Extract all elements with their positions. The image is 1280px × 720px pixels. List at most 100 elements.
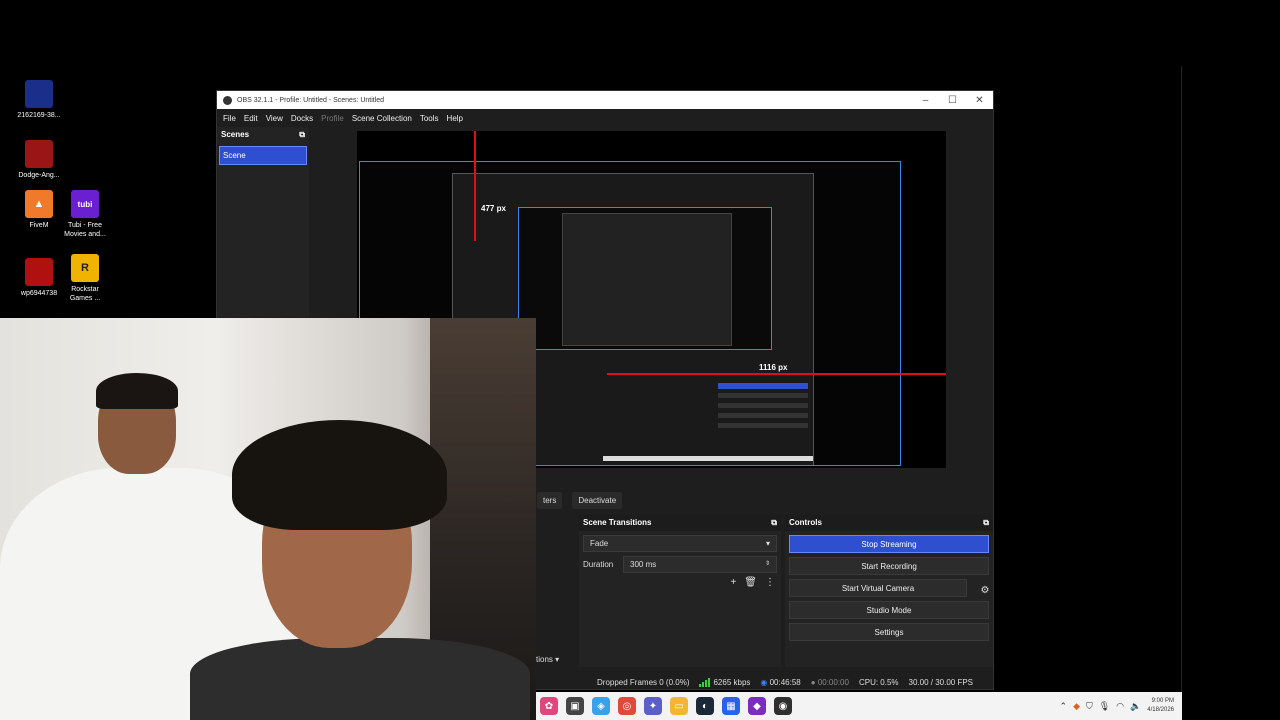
scene-transitions-dock: Scene Transitions ⧉ Fade ▾ Duration 300 …	[579, 515, 781, 667]
menu-view[interactable]: View	[266, 114, 283, 123]
file-icon[interactable]: ▣	[566, 697, 584, 715]
stream-time: ◉ 00:46:58	[760, 678, 800, 687]
stream-time-value: 00:46:58	[769, 677, 801, 687]
nested-control-button	[718, 413, 808, 418]
app-icon[interactable]: ✿	[540, 697, 558, 715]
virtual-camera-row: Start Virtual Camera ⚙	[785, 579, 989, 597]
gear-icon[interactable]: ⚙	[977, 585, 993, 599]
desktop-icon-fivem[interactable]: ▲ FiveM	[16, 190, 62, 230]
volume-icon[interactable]: 🔈	[1130, 701, 1141, 712]
nested-control-button	[718, 423, 808, 428]
clock-time: 9:00 PM	[1151, 698, 1174, 704]
controls-title: Controls	[789, 518, 822, 527]
maximize-icon[interactable]: ☐	[939, 95, 966, 106]
menu-scene-collection[interactable]: Scene Collection	[352, 114, 412, 123]
undock-icon[interactable]: ⧉	[299, 130, 305, 140]
mic-icon[interactable]: 🎙	[1099, 701, 1110, 712]
filters-button[interactable]: ters	[537, 491, 563, 509]
steam-icon[interactable]: ◐	[696, 697, 714, 715]
menu-edit[interactable]: Edit	[244, 114, 258, 123]
desktop-icon-rockstar[interactable]: R Rockstar Games ...	[62, 254, 108, 303]
add-icon[interactable]: +	[730, 577, 736, 588]
chrome-icon[interactable]: ◎	[618, 697, 636, 715]
webcam-person-hair	[232, 420, 447, 530]
transition-select[interactable]: Fade ▾	[583, 535, 777, 552]
distance-label-right: 1116 px	[759, 363, 788, 372]
duration-spinbox[interactable]: 300 ms ⇕	[623, 556, 777, 573]
desktop-icon-tubi[interactable]: tubi Tubi - Free Movies and...	[62, 190, 108, 239]
desktop-icon-wallpaper[interactable]: wp6944738	[16, 258, 62, 298]
minimize-icon[interactable]: –	[912, 95, 939, 106]
copilot-icon[interactable]: ◈	[592, 697, 610, 715]
studio-mode-button[interactable]: Studio Mode	[789, 601, 989, 619]
app-tray-icon[interactable]: ◆	[1073, 701, 1080, 712]
taskbar-apps: ✿ ▣ ◈ ◎ ✦ ▭ ◐ ▦ ◆ ◉	[540, 697, 792, 715]
tubi-icon: tubi	[71, 190, 99, 218]
source-toolbar: ters Deactivate	[537, 489, 993, 511]
image-file-icon	[25, 258, 53, 286]
status-bar: Dropped Frames 0 (0.0%) 6265 kbps ◉ 00:4…	[597, 675, 993, 689]
desktop-icon-label: Rockstar Games ...	[69, 286, 101, 302]
app-icon[interactable]: ◆	[748, 697, 766, 715]
menu-help[interactable]: Help	[447, 114, 463, 123]
security-icon[interactable]: ⛉	[1086, 701, 1093, 712]
window-title: OBS 32.1.1 - Profile: Untitled - Scenes:…	[237, 96, 385, 104]
webcam-person-shirt	[190, 638, 530, 720]
folder-icon[interactable]: ▭	[670, 697, 688, 715]
clock-date: 4/18/2026	[1147, 707, 1174, 713]
transition-selected: Fade	[590, 539, 609, 548]
scenes-title: Scenes	[221, 130, 250, 139]
record-time-value: 00:00:00	[817, 677, 849, 687]
nested-stop-streaming-button	[718, 383, 808, 389]
record-icon: ●	[810, 677, 818, 687]
menu-file[interactable]: File	[223, 114, 236, 123]
spin-arrows-icon[interactable]: ⇕	[765, 560, 770, 569]
chevron-down-icon: ▾	[555, 655, 560, 664]
scene-transitions-header: Scene Transitions ⧉	[579, 515, 781, 531]
undock-icon[interactable]: ⧉	[983, 518, 989, 528]
scenes-dock-header: Scenes ⧉	[217, 127, 309, 143]
webcam-overlay	[0, 318, 536, 720]
menu-profile[interactable]: Profile	[321, 114, 344, 123]
chevron-up-icon[interactable]: ⌃	[1060, 701, 1068, 712]
transitions-label: tions	[536, 655, 553, 664]
title-bar: OBS 32.1.1 - Profile: Untitled - Scenes:…	[217, 91, 993, 109]
image-file-icon	[25, 80, 53, 108]
deactivate-button[interactable]: Deactivate	[572, 491, 623, 509]
nested-control-button	[718, 393, 808, 398]
trash-icon[interactable]: 🗑	[744, 577, 757, 588]
scene-list-item[interactable]: Scene	[219, 146, 307, 165]
screen-divider	[1181, 66, 1182, 692]
bitrate-indicator: 6265 kbps	[699, 677, 750, 687]
start-virtual-camera-button[interactable]: Start Virtual Camera	[789, 579, 967, 597]
desktop-icon-label: 2162169-38...	[17, 112, 61, 119]
store-icon[interactable]: ▦	[722, 697, 740, 715]
obs-icon[interactable]: ◉	[774, 697, 792, 715]
nested-taskbar	[603, 456, 813, 461]
transitions-dock-label-partial: tions ▾	[536, 655, 559, 664]
stop-streaming-button[interactable]: Stop Streaming	[789, 535, 989, 553]
more-options-icon[interactable]: ⋮	[765, 577, 775, 588]
undock-icon[interactable]: ⧉	[771, 518, 777, 528]
system-tray: ⌃ ◆ ⛉ 🎙 ◠ 🔈 9:00 PM 4/18/2026	[1060, 697, 1182, 715]
wifi-icon[interactable]: ◠	[1116, 701, 1124, 712]
settings-button[interactable]: Settings	[789, 623, 989, 641]
desktop-icon-dodge[interactable]: Dodge-Ang...	[16, 140, 62, 180]
desktop-icon-image-file[interactable]: 2162169-38...	[16, 80, 62, 120]
fps-display: 30.00 / 30.00 FPS	[908, 677, 974, 687]
image-file-icon	[25, 140, 53, 168]
nested-control-button	[718, 403, 808, 408]
duration-value: 300 ms	[630, 560, 657, 569]
close-icon[interactable]: ✕	[966, 95, 993, 106]
controls-header: Controls ⧉	[785, 515, 993, 531]
cpu-usage: CPU: 0.5%	[858, 677, 899, 687]
menu-docks[interactable]: Docks	[291, 114, 313, 123]
desktop-icon-label: Tubi - Free Movies and...	[64, 222, 106, 238]
teams-icon[interactable]: ✦	[644, 697, 662, 715]
clock[interactable]: 9:00 PM 4/18/2026	[1147, 697, 1174, 715]
distance-label-top: 477 px	[481, 204, 506, 213]
nested-preview-inner	[562, 213, 732, 346]
menu-tools[interactable]: Tools	[420, 114, 439, 123]
start-recording-button[interactable]: Start Recording	[789, 557, 989, 575]
signal-icon	[699, 677, 711, 687]
